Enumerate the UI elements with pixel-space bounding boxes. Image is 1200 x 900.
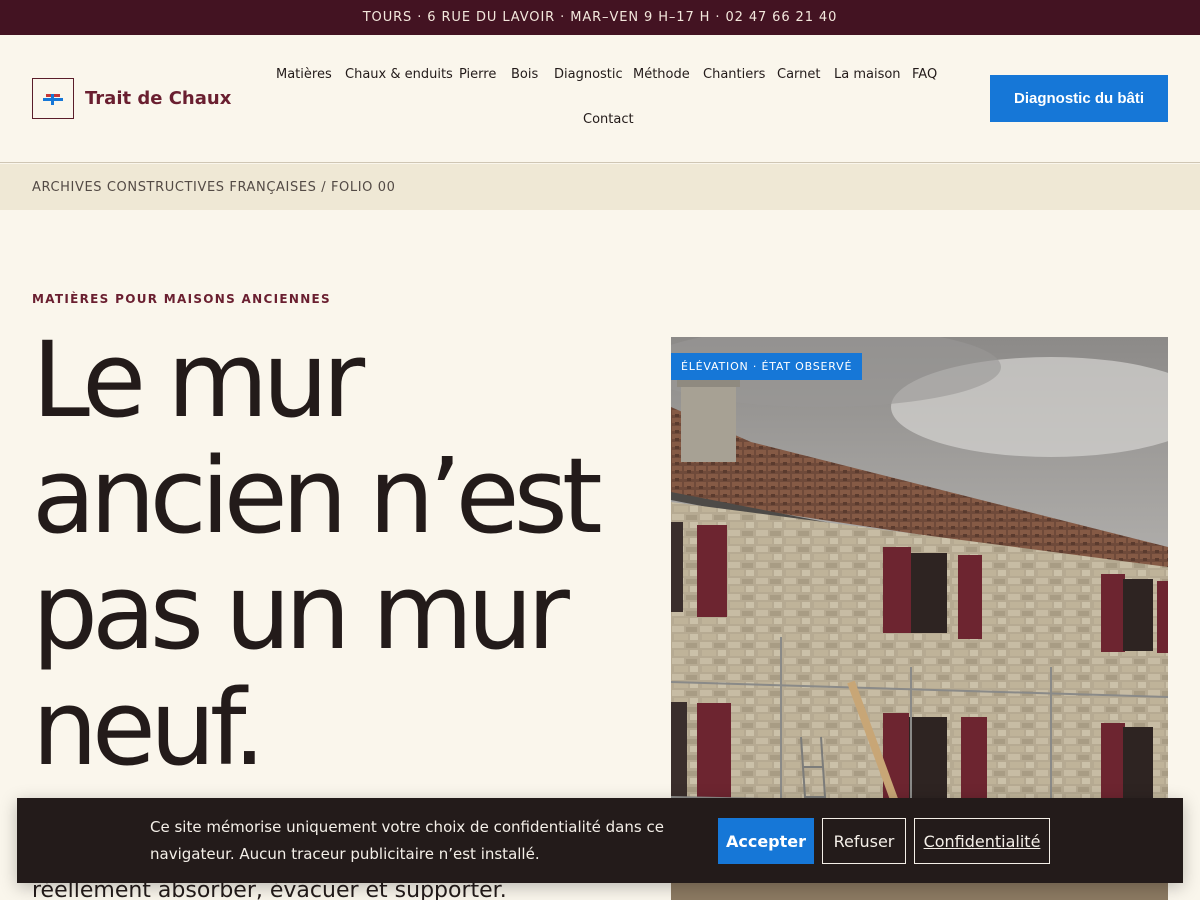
nav-item-matieres[interactable]: Matières — [276, 67, 332, 82]
cookie-banner: Ce site mémorise uniquement votre choix … — [17, 798, 1183, 883]
hero-title-line: ancien n’est — [32, 435, 603, 557]
hero-title: Le mur ancien n’est pas un mur neuf. — [32, 322, 632, 786]
brand-name: Trait de Chaux — [85, 88, 232, 109]
cookie-refuse-button[interactable]: Refuser — [822, 818, 906, 864]
cookie-privacy-link[interactable]: Confidentialité — [914, 818, 1050, 864]
diagnostic-cta-button[interactable]: Diagnostic du bâti — [990, 75, 1168, 122]
hero-title-line: neuf. — [32, 667, 266, 789]
cookie-accept-button[interactable]: Accepter — [718, 818, 814, 864]
hero-title-line: pas un mur — [32, 551, 570, 673]
nav-item-bois[interactable]: Bois — [511, 67, 538, 82]
photo-badge: ÉLÉVATION · ÉTAT OBSERVÉ — [671, 353, 863, 380]
breadcrumb-text: ARCHIVES CONSTRUCTIVES FRANÇAISES / FOLI… — [32, 179, 396, 195]
top-info-bar: TOURS · 6 RUE DU LAVOIR · MAR–VEN 9 H–17… — [0, 0, 1200, 35]
breadcrumb: ARCHIVES CONSTRUCTIVES FRANÇAISES / FOLI… — [0, 164, 1200, 210]
cookie-message: Ce site mémorise uniquement votre choix … — [150, 818, 664, 863]
trowel-mark-icon — [32, 78, 74, 119]
nav-item-la-maison[interactable]: La maison — [834, 67, 901, 82]
nav-item-methode[interactable]: Méthode — [633, 67, 690, 82]
site-header: Trait de Chaux Matières Chaux & enduits … — [0, 35, 1200, 163]
hero-eyebrow: MATIÈRES POUR MAISONS ANCIENNES — [32, 292, 331, 306]
nav-item-faq[interactable]: FAQ — [912, 67, 937, 82]
hero-title-line: Le mur — [32, 319, 365, 441]
top-info-text: TOURS · 6 RUE DU LAVOIR · MAR–VEN 9 H–17… — [362, 10, 838, 25]
nav-item-pierre[interactable]: Pierre — [459, 67, 496, 82]
logo-link[interactable]: Trait de Chaux — [32, 78, 231, 119]
nav-item-chantiers[interactable]: Chantiers — [703, 67, 765, 82]
nav-item-carnet[interactable]: Carnet — [777, 67, 821, 82]
nav-item-diagnostic[interactable]: Diagnostic — [554, 67, 623, 82]
nav-item-contact[interactable]: Contact — [583, 112, 634, 127]
nav-item-chaux-enduits[interactable]: Chaux & enduits — [345, 67, 453, 82]
